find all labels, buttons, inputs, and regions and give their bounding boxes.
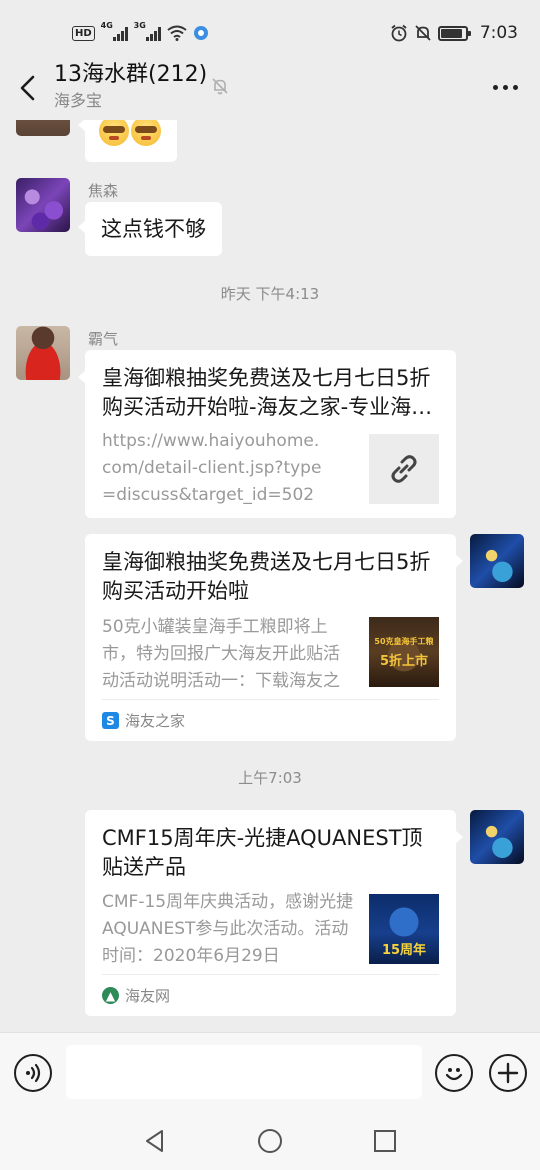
avatar[interactable] (470, 810, 524, 864)
card-title: CMF15周年庆-光捷AQUANEST顶贴送产品 (102, 826, 423, 879)
wifi-icon (167, 25, 187, 41)
input-bar (0, 1032, 540, 1112)
emoji-icon (445, 1068, 463, 1081)
signal-3g-icon: 3G (134, 21, 161, 41)
system-nav-bar (0, 1112, 540, 1170)
link-card[interactable]: 皇海御粮抽奖免费送及七月七日5折购买活动开始啦-海友之家-专业海水交流平台 ht… (78, 350, 456, 518)
signal-3g-label: 3G (133, 21, 146, 30)
chat-header: 13海水群(212) 海多宝 (0, 56, 540, 120)
card-title: 皇海御粮抽奖免费送及七月七日5折购买活动开始啦 (102, 550, 431, 603)
article-card[interactable]: CMF15周年庆-光捷AQUANEST顶贴送产品 CMF-15周年庆典活动，感谢… (85, 810, 463, 1016)
add-button[interactable] (489, 1054, 527, 1092)
avatar[interactable] (16, 326, 70, 380)
emoji-icon (99, 120, 129, 146)
battery-icon (437, 25, 471, 41)
status-system: 7:03 (390, 23, 518, 43)
signal-4g-icon: 4G (101, 21, 128, 41)
app-notification-icon (193, 26, 208, 40)
emoji-icon (131, 120, 161, 146)
back-button[interactable] (10, 68, 46, 108)
nav-recents-button[interactable] (370, 1126, 400, 1156)
bell-off-icon (212, 78, 228, 95)
message-list[interactable]: 焦森 这点钱不够 昨天 下午4:13 霸气 皇海御粮抽奖免费送及七月七日5折购买… (0, 120, 540, 1032)
link-icon (391, 455, 417, 483)
notifications-off-icon (415, 25, 431, 41)
article-card[interactable]: 皇海御粮抽奖免费送及七月七日5折购买活动开始啦 50克小罐装皇海手工粮即将上市，… (85, 534, 463, 741)
status-time: 7:03 (479, 23, 518, 43)
time-separator: 昨天 下午4:13 (220, 285, 320, 303)
avatar[interactable] (16, 178, 70, 232)
avatar[interactable] (470, 534, 524, 588)
more-button[interactable] (493, 74, 518, 100)
chat-subtitle: 海多宝 (54, 91, 103, 110)
sender-name: 霸气 (88, 330, 119, 348)
article-thumbnail: 15周年 (369, 894, 439, 964)
card-source-name: 海友之家 (125, 712, 186, 730)
haiyou-home-icon: S (102, 712, 119, 729)
card-description: 50克小罐装皇海手工粮即将上市，特为回报广大海友开此贴活动活动说明活动一：下载海… (102, 617, 340, 691)
voice-icon (26, 1063, 41, 1083)
time-separator: 上午7:03 (238, 769, 302, 787)
emoji-button[interactable] (435, 1054, 473, 1092)
back-arrow-icon (20, 75, 35, 101)
voice-button[interactable] (14, 1054, 52, 1092)
thumbnail-caption: 50克皇海手工粮 (374, 637, 434, 646)
more-dots-icon (493, 84, 498, 90)
message-bubble[interactable]: 这点钱不够 (78, 202, 222, 256)
nav-home-button[interactable] (255, 1126, 285, 1156)
card-source-name: 海友网 (125, 987, 171, 1005)
avatar[interactable] (16, 120, 70, 136)
card-source: S 海友之家 (102, 699, 439, 741)
haiyou-net-icon: ▲ (102, 987, 119, 1004)
message-input[interactable] (66, 1045, 422, 1099)
circle-home-icon (258, 1129, 282, 1153)
triangle-back-icon (146, 1130, 163, 1152)
thumbnail-caption: 15周年 (381, 943, 427, 958)
card-url: https://www.haiyouhome.com/detail-client… (102, 431, 322, 505)
link-thumbnail (369, 434, 439, 504)
battery-fill (440, 28, 463, 38)
card-description: CMF-15周年庆典活动，感谢光捷AQUANEST参与此次活动。活动时间：202… (102, 892, 354, 966)
card-source: ▲ 海友网 (102, 974, 439, 1016)
card-title: 皇海御粮抽奖免费送及七月七日5折购买活动开始啦-海友之家-专业海水交流平台 (102, 366, 433, 419)
emoji-bubble[interactable] (78, 120, 177, 162)
status-indicators: HD 4G 3G (72, 21, 209, 41)
signal-4g-label: 4G (100, 21, 113, 30)
plus-icon (497, 1062, 519, 1084)
alarm-icon (391, 24, 407, 42)
chat-title: 13海水群(212) (54, 62, 208, 87)
nav-back-button[interactable] (140, 1126, 170, 1156)
article-thumbnail: 50克皇海手工粮 5折上市 (369, 617, 439, 687)
hd-indicator: HD (72, 25, 95, 41)
chat-title-group[interactable]: 13海水群(212) 海多宝 (54, 60, 207, 112)
sender-name: 焦森 (88, 182, 119, 200)
thumbnail-caption: 5折上市 (379, 654, 429, 669)
square-recents-icon (374, 1130, 396, 1152)
